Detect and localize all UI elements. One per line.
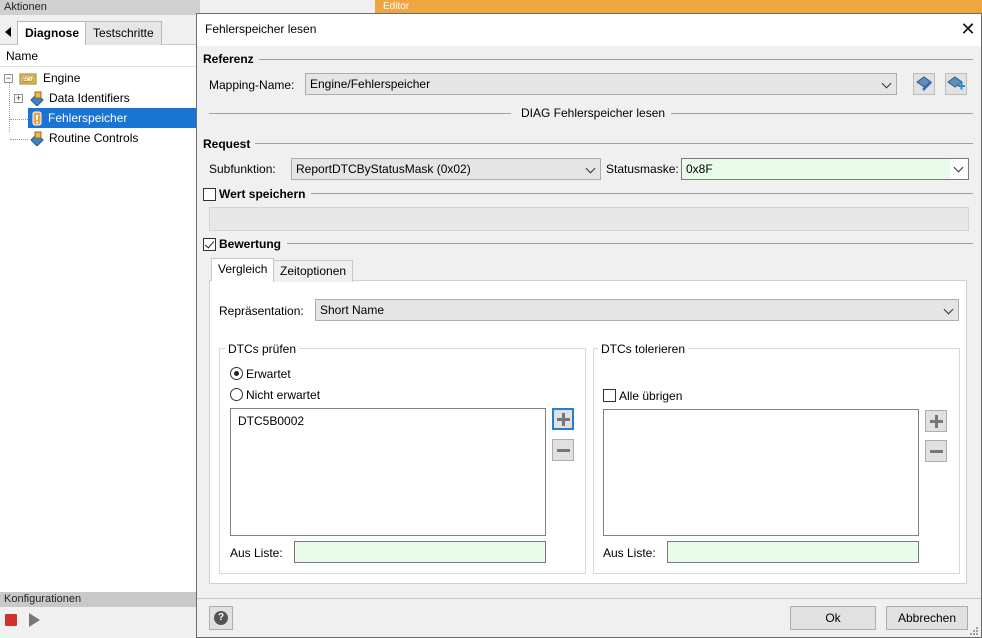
edit-icon [916, 76, 932, 91]
section-referenz: Referenz [203, 52, 254, 66]
tab-zeitoptionen[interactable]: Zeitoptionen [273, 260, 354, 282]
help-icon: ? [214, 611, 228, 625]
subfunktion-label: Subfunktion: [209, 162, 276, 176]
ok-button[interactable]: Ok [790, 606, 876, 630]
bewertung-label: Bewertung [219, 237, 282, 251]
radio-erwartet[interactable] [230, 367, 243, 380]
representation-label: Repräsentation: [219, 304, 304, 318]
remove-tolerated-dtc-button[interactable] [925, 440, 947, 462]
svg-text:ECU: ECU [23, 78, 34, 84]
mapping-name-label: Mapping-Name: [209, 78, 295, 92]
divider [671, 113, 973, 114]
subfunktion-select[interactable]: ReportDTCByStatusMask (0x02) [291, 158, 601, 180]
wert-speichern-label: Wert speichern [219, 187, 306, 201]
wert-speichern-field [209, 207, 969, 231]
statusmaske-value: 0x8F [686, 162, 713, 176]
group-dtcs-tolerieren-title: DTCs tolerieren [598, 342, 689, 356]
ecu-icon: ECU [19, 73, 37, 85]
editor-title: Editor [375, 0, 982, 14]
mapping-name-value: Engine/Fehlerspeicher [310, 77, 431, 91]
expand-icon[interactable]: + [14, 94, 23, 103]
list-item[interactable]: DTC5B0002 [238, 414, 304, 428]
dtcs-tolerieren-list[interactable] [603, 409, 919, 536]
aus-liste-input[interactable] [294, 541, 546, 563]
divider [311, 193, 973, 194]
data-identifier-icon [30, 91, 44, 106]
tree-line [10, 139, 28, 140]
wert-speichern-checkbox[interactable] [203, 188, 216, 201]
radio-nicht-erwartet[interactable] [230, 388, 243, 401]
add-mapping-button[interactable] [945, 73, 967, 95]
tab-vergleich[interactable]: Vergleich [211, 258, 275, 281]
help-button[interactable]: ? [209, 606, 233, 630]
add-dtc-button[interactable] [552, 408, 574, 430]
remove-dtc-button[interactable] [552, 439, 574, 461]
alle-uebrigen-checkbox[interactable] [603, 389, 616, 402]
statusmaske-combo[interactable]: 0x8F [681, 158, 969, 180]
configurations-title: Konfigurationen [0, 592, 200, 607]
chevron-down-icon [585, 163, 596, 174]
tab-scroll-left-icon[interactable] [2, 24, 15, 39]
resize-grip-icon[interactable] [969, 626, 979, 636]
aus-liste-label: Aus Liste: [230, 546, 283, 560]
chevron-down-icon [881, 78, 892, 89]
tree-column-header[interactable]: Name [0, 45, 200, 67]
aus-liste-label: Aus Liste: [603, 546, 656, 560]
aus-liste-input[interactable] [667, 541, 919, 563]
tree-item-fehlerspeicher[interactable]: Fehlerspeicher [28, 108, 200, 128]
stop-icon[interactable] [5, 614, 17, 626]
fault-memory-icon [32, 111, 42, 126]
divider [287, 243, 973, 244]
divider [197, 598, 981, 599]
play-icon[interactable] [29, 613, 40, 627]
divider [255, 143, 973, 144]
dialog-title: Fehlerspeicher lesen [205, 22, 317, 36]
add-icon [947, 76, 965, 90]
tree-item-label: Data Identifiers [49, 91, 130, 105]
dialog-fehlerspeicher-lesen: Fehlerspeicher lesen ✕ Referenz Mapping-… [196, 13, 982, 638]
routine-control-icon [30, 131, 44, 146]
divider [259, 59, 973, 60]
tree-item-label: Engine [43, 71, 81, 85]
collapse-icon[interactable]: − [4, 74, 13, 83]
edit-mapping-button[interactable] [913, 73, 935, 95]
chevron-down-icon [943, 304, 954, 315]
chevron-down-icon [953, 162, 964, 173]
radio-nicht-erwartet-label: Nicht erwartet [246, 388, 321, 402]
mapping-name-select[interactable]: Engine/Fehlerspeicher [305, 73, 897, 95]
tree-item-engine[interactable]: Engine [39, 68, 84, 88]
radio-erwartet-label: Erwartet [246, 367, 291, 381]
tab-testschritte[interactable]: Testschritte [85, 21, 162, 45]
representation-value: Short Name [320, 303, 385, 317]
statusmaske-label: Statusmaske: [606, 162, 679, 176]
tree-line [9, 82, 10, 132]
cancel-button[interactable]: Abbrechen [886, 606, 968, 630]
subfunktion-value: ReportDTCByStatusMask (0x02) [296, 162, 471, 176]
tree-item-routine-controls[interactable]: Routine Controls [45, 128, 142, 148]
tree-item-data-identifiers[interactable]: Data Identifiers [45, 88, 134, 108]
alle-uebrigen-label: Alle übrigen [619, 389, 683, 403]
dropdown-button[interactable] [950, 159, 968, 179]
tree-line [10, 119, 28, 120]
tab-diagnose[interactable]: Diagnose [17, 21, 88, 46]
tree-item-label: Routine Controls [49, 131, 139, 145]
dtcs-pruefen-list[interactable]: DTC5B0002 [230, 408, 546, 536]
aus-liste-value [668, 545, 672, 559]
bewertung-checkbox[interactable] [203, 238, 216, 251]
actions-panel-title: Aktionen [0, 0, 200, 15]
aus-liste-value [295, 545, 299, 559]
section-request: Request [203, 137, 251, 151]
tree-item-label: Fehlerspeicher [48, 111, 128, 125]
add-tolerated-dtc-button[interactable] [925, 410, 947, 432]
divider [209, 113, 511, 114]
service-name: DIAG Fehlerspeicher lesen [521, 106, 666, 120]
close-icon[interactable]: ✕ [957, 18, 979, 40]
group-dtcs-pruefen-title: DTCs prüfen [225, 342, 300, 356]
representation-select[interactable]: Short Name [315, 299, 959, 321]
